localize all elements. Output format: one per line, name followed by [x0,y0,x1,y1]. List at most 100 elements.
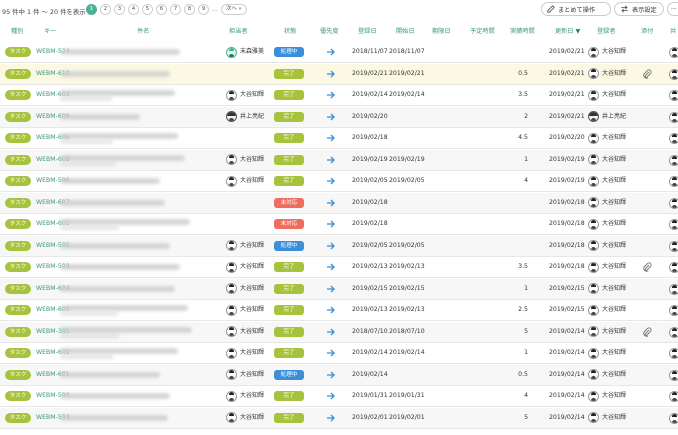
status-badge[interactable]: 完了 [274,348,304,358]
avatar [669,133,678,144]
subject-blurred[interactable] [60,113,140,120]
status-badge[interactable]: 完了 [274,111,304,122]
table-row[interactable]: タスク WEBM-604 大谷知輝 完了 2019/02/15 2019/02/15 1 20… [0,278,678,300]
subject-blurred[interactable] [60,242,170,249]
subject-blurred[interactable] [60,70,170,77]
subject-blurred[interactable] [60,348,178,354]
registered-date: 2019/02/13 [352,306,388,313]
column-header-status[interactable]: 状態 [284,22,296,42]
status-badge[interactable]: 完了 [274,326,304,337]
registered-date: 2019/02/05 [352,177,388,184]
avatar [588,412,599,423]
status-badge[interactable]: 完了 [274,283,304,294]
subject-blurred[interactable] [60,414,168,421]
table-row[interactable]: タスク WEBM-599 大谷知輝 完了 2019/02/13 2019/02/13 3.5… [0,257,678,278]
status-badge[interactable]: 完了 [274,154,304,165]
type-badge: タスク [5,154,31,165]
page-7-button[interactable]: 7 [170,4,181,15]
table-row[interactable]: タスク WEBM-385 大谷知輝 完了 2018/07/10 2018/07/10 5 20… [0,321,678,343]
column-header-key[interactable]: キー [44,22,56,42]
display-settings-button[interactable]: 表示設定 [614,2,664,16]
table-row[interactable]: タスク WEBM-596 大谷知輝 完了 2019/02/05 2019/02/05 4 20… [0,171,678,192]
assignee-name: 末森雅美 [240,48,265,55]
subject-blurred[interactable] [60,199,165,206]
subject-blurred[interactable] [60,305,188,311]
assignee: 大谷知輝 [226,150,264,170]
status-badge[interactable]: 完了 [274,133,304,143]
subject-blurred[interactable] [60,264,180,270]
column-header-start[interactable]: 開始日 [396,22,415,42]
page-1-button[interactable]: 1 [86,4,97,15]
status-badge[interactable]: 完了 [274,391,304,401]
column-header-subject[interactable]: 件名 [137,22,149,42]
avatar [669,412,678,424]
updater: 井上亮紀 [588,107,626,127]
column-header-planned[interactable]: 予定時間 [470,22,495,42]
page-8-button[interactable]: 8 [184,4,195,15]
status-badge[interactable]: 処理中 [274,47,304,57]
table-row[interactable]: タスク WEBM-608 大谷知輝 完了 2019/02/19 2019/02/19 1 20… [0,149,678,171]
subject-blurred[interactable] [60,219,190,225]
table-row[interactable]: タスク WEBM-595 大谷知輝 処理中 2019/02/05 2019/02/05 20… [0,235,678,257]
column-header-actual[interactable]: 実績時間 [510,22,535,42]
assignee-name: 大谷知輝 [240,263,265,270]
table-row[interactable]: タスク WEBM-605 未対応 2019/02/18 2019/02/18 大谷知輝 [0,214,678,235]
status-badge[interactable]: 完了 [274,412,304,423]
status-badge[interactable]: 未対応 [274,197,304,208]
table-row[interactable]: タスク WEBM-600 大谷知輝 完了 2019/02/13 2019/02/13 2.5… [0,300,678,321]
updater: 大谷知輝 [588,171,626,191]
shared-avatar [669,133,678,144]
page-2-button[interactable]: 2 [100,4,111,15]
table-row[interactable]: タスク WEBM-602 大谷知輝 完了 2019/02/14 2019/02/14 1 20… [0,343,678,364]
subject-blurred[interactable] [60,49,180,55]
column-header-type[interactable]: 種別 [11,22,23,42]
table-row[interactable]: タスク WEBM-606 完了 2019/02/18 4.5 2019/02/20 大谷知輝 [0,128,678,149]
status-badge[interactable]: 完了 [274,176,304,186]
status-badge[interactable]: 未対応 [274,219,304,229]
paperclip-icon[interactable] [642,262,652,272]
column-header-due[interactable]: 期限日 [432,22,451,42]
page-4-button[interactable]: 4 [128,4,139,15]
column-header-registered[interactable]: 登録日 [358,22,377,42]
bulk-action-button[interactable]: まとめて操作 [541,2,611,16]
subject-blurred[interactable] [60,90,175,96]
page-5-button[interactable]: 5 [142,4,153,15]
table-row[interactable]: タスク WEBM-593 大谷知輝 完了 2019/02/01 2019/02/01 5 20… [0,407,678,429]
subject-blurred[interactable] [60,285,175,292]
table-row[interactable]: タスク WEBM-609 井上亮紀 完了 2019/02/20 2 2019/02/21 井上… [0,106,678,128]
column-header-updater[interactable]: 登録者 [597,22,616,42]
subject-blurred[interactable] [60,326,192,333]
column-header-priority[interactable]: 優先度 [320,22,339,42]
next-page-button[interactable]: 次へ » [221,4,247,15]
page-9-button[interactable]: 9 [198,4,209,15]
table-row[interactable]: タスク WEBM-601 大谷知輝 処理中 2019/02/14 0.5 2019/02/1… [0,364,678,386]
page-6-button[interactable]: 6 [156,4,167,15]
paperclip-icon[interactable] [642,69,652,79]
subject-blurred[interactable] [60,371,160,378]
column-header-attachment[interactable]: 添付 [641,22,653,42]
paperclip-icon[interactable] [642,327,652,337]
page-3-button[interactable]: 3 [114,4,125,15]
status-badge[interactable]: 処理中 [274,369,304,380]
table-row[interactable]: タスク WEBM-607 未対応 2019/02/18 2019/02/18 大谷知輝 [0,192,678,214]
column-header-edge[interactable]: 共 [670,22,676,42]
more-button[interactable]: ··· [667,2,678,16]
priority-arrow-icon [327,349,335,357]
status-badge[interactable]: 完了 [274,68,304,79]
status-badge[interactable]: 完了 [274,262,304,272]
table-row[interactable]: タスク WEBM-603 大谷知輝 完了 2019/02/14 2019/02/14 3.5… [0,85,678,106]
updater: 大谷知輝 [588,257,626,277]
status-badge[interactable]: 処理中 [274,240,304,251]
subject-blurred[interactable] [60,154,185,161]
table-row[interactable]: タスク WEBM-590 大谷知輝 完了 2019/01/31 2019/01/31 4 20… [0,386,678,407]
column-header-assignee[interactable]: 担当者 [229,22,248,42]
table-row[interactable]: タスク WEBM-610 完了 2019/02/21 2019/02/21 0.5 2019… [0,63,678,85]
subject-blurred[interactable] [60,393,170,399]
subject-blurred[interactable] [60,133,178,139]
table-row[interactable]: タスク WEBM-524 末森雅美 処理中 2018/11/07 2018/11/07 20… [0,42,678,63]
shared-avatar [669,326,678,338]
status-badge[interactable]: 完了 [274,305,304,315]
subject-blurred[interactable] [60,178,160,184]
column-header-updated[interactable]: 更新日 ▼ [555,22,580,42]
status-badge[interactable]: 完了 [274,90,304,100]
